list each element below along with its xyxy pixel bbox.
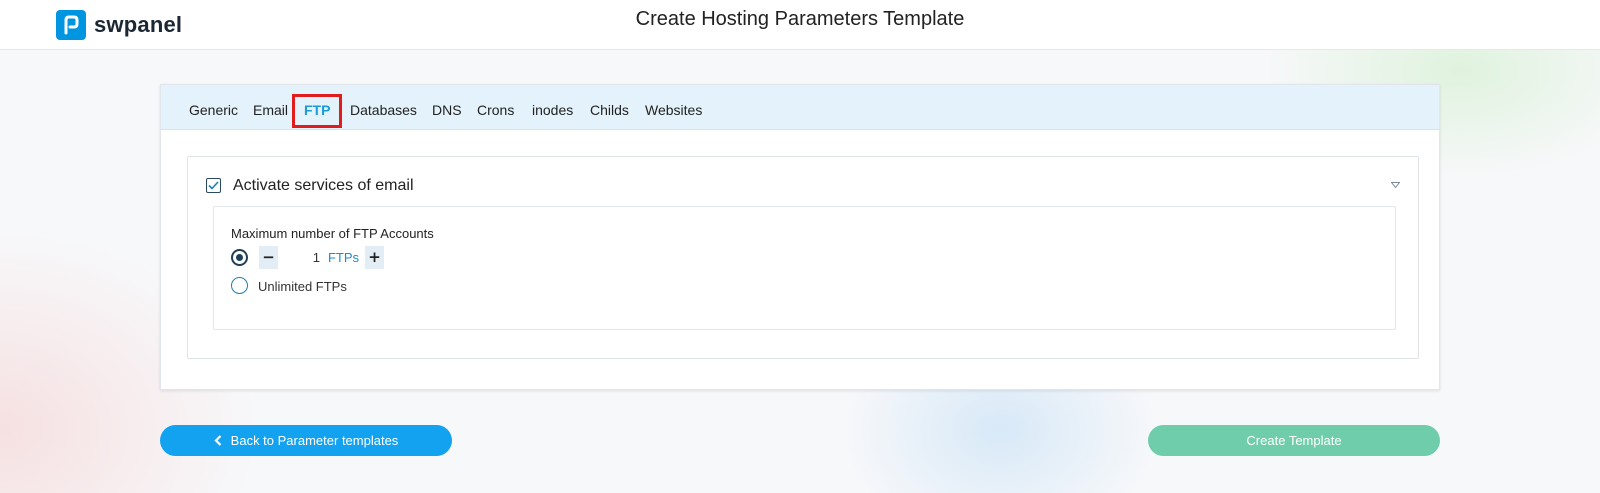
ftp-unit-label: FTPs — [327, 250, 360, 265]
ftp-count-input[interactable] — [277, 246, 322, 269]
tab-bar: Generic Email FTP Databases DNS Crons in… — [161, 85, 1439, 130]
back-button-label: Back to Parameter templates — [230, 433, 399, 448]
tab-dns[interactable]: DNS — [432, 102, 462, 118]
tab-websites[interactable]: Websites — [645, 102, 702, 118]
chevron-left-icon — [214, 435, 221, 446]
template-card: Generic Email FTP Databases DNS Crons in… — [160, 84, 1440, 390]
tab-crons[interactable]: Crons — [477, 102, 514, 118]
increment-button[interactable]: + — [365, 246, 384, 269]
tab-email[interactable]: Email — [253, 102, 288, 118]
unlimited-ftps-radio[interactable] — [231, 277, 248, 294]
ftp-accounts-box: Maximum number of FTP Accounts − FTPs + … — [213, 206, 1396, 330]
checkmark-icon — [208, 181, 219, 190]
chevron-down-icon[interactable] — [1391, 182, 1400, 188]
limited-ftps-radio[interactable] — [231, 249, 248, 266]
tab-databases[interactable]: Databases — [350, 102, 417, 118]
tab-childs[interactable]: Childs — [590, 102, 629, 118]
max-ftp-accounts-label: Maximum number of FTP Accounts — [231, 226, 434, 241]
create-button-label: Create Template — [1246, 433, 1342, 448]
activate-services-checkbox[interactable] — [206, 178, 221, 193]
tab-ftp-highlight — [292, 94, 342, 128]
tab-generic[interactable]: Generic — [189, 102, 238, 118]
tab-inodes[interactable]: inodes — [532, 102, 573, 118]
back-to-templates-button[interactable]: Back to Parameter templates — [160, 425, 452, 456]
unlimited-ftps-label[interactable]: Unlimited FTPs — [258, 279, 347, 294]
ftp-quantity-stepper: − FTPs + — [259, 246, 384, 269]
ftp-service-panel: Activate services of email Maximum numbe… — [187, 156, 1419, 359]
panel-title: Activate services of email — [233, 177, 414, 194]
top-bar: swpanel Create Hosting Parameters Templa… — [0, 0, 1600, 50]
page-title: Create Hosting Parameters Template — [635, 8, 965, 30]
create-template-button[interactable]: Create Template — [1148, 425, 1440, 456]
decrement-button[interactable]: − — [259, 246, 278, 269]
